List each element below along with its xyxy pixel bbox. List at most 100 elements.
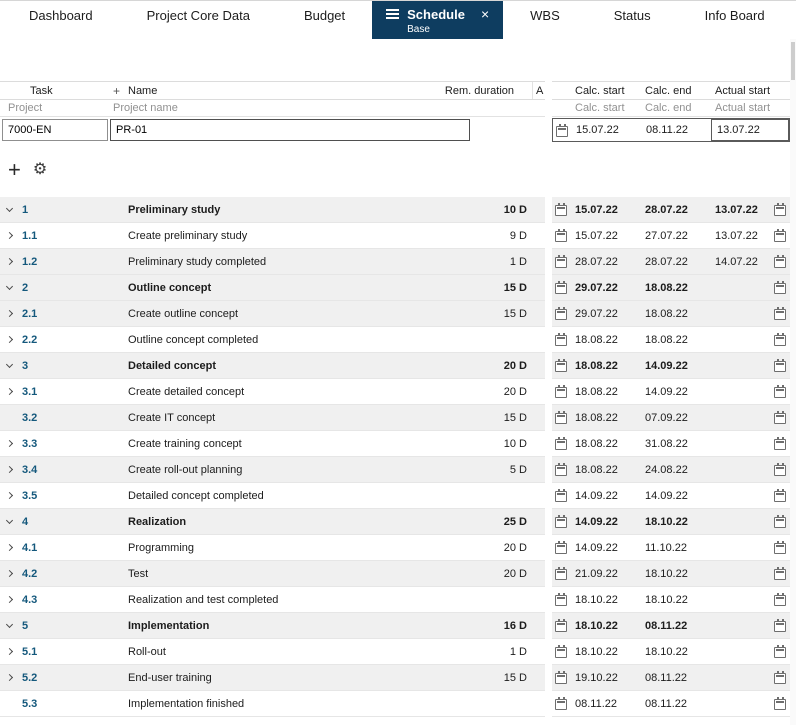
calc-end-cell[interactable]: 28.07.22 (642, 204, 710, 216)
calendar-icon[interactable] (774, 567, 786, 580)
calendar-icon[interactable] (556, 123, 568, 137)
calc-end-cell[interactable]: 07.09.22 (642, 412, 710, 424)
task-rem-duration[interactable]: 15 D (465, 412, 545, 424)
calendar-icon[interactable] (774, 463, 786, 476)
calendar-icon[interactable] (555, 463, 567, 476)
task-name[interactable]: Programming (128, 542, 465, 554)
task-number[interactable]: 3 (22, 360, 128, 372)
project-calc-start[interactable]: 15.07.22 (573, 124, 643, 136)
calendar-icon[interactable] (555, 307, 567, 320)
calc-start-cell[interactable]: 18.08.22 (572, 464, 642, 476)
calc-end-cell[interactable]: 18.10.22 (642, 646, 710, 658)
calc-start-cell[interactable]: 14.09.22 (572, 516, 642, 528)
expand-chevron[interactable] (0, 309, 22, 318)
calc-start-cell[interactable]: 21.09.22 (572, 568, 642, 580)
add-column-icon[interactable]: + (113, 84, 128, 98)
task-rem-duration[interactable]: 15 D (465, 672, 545, 684)
calc-end-cell[interactable]: 31.08.22 (642, 438, 710, 450)
task-number[interactable]: 1 (22, 204, 128, 216)
actual-start-cell[interactable]: 13.07.22 (710, 230, 772, 242)
project-name-input[interactable] (110, 119, 470, 141)
tab-schedule[interactable]: Schedule × Base (372, 1, 504, 39)
task-number[interactable]: 5 (22, 620, 128, 632)
tab-wbs[interactable]: WBS (503, 1, 587, 39)
expand-chevron[interactable] (0, 569, 22, 578)
column-header-rem-duration[interactable]: Rem. duration (432, 85, 532, 97)
task-name[interactable]: Realization and test completed (128, 594, 465, 606)
calendar-icon[interactable] (555, 359, 567, 372)
calendar-icon[interactable] (774, 671, 786, 684)
task-rem-duration[interactable]: 20 D (465, 386, 545, 398)
calc-end-cell[interactable]: 18.10.22 (642, 568, 710, 580)
calc-end-cell[interactable]: 27.07.22 (642, 230, 710, 242)
calc-end-cell[interactable]: 11.10.22 (642, 542, 710, 554)
column-header-task[interactable]: Task (30, 85, 113, 97)
task-number[interactable]: 5.3 (22, 698, 128, 710)
calendar-icon[interactable] (774, 203, 786, 216)
expand-chevron[interactable] (0, 595, 22, 604)
calendar-icon[interactable] (774, 489, 786, 502)
task-number[interactable]: 3.1 (22, 386, 128, 398)
task-rem-duration[interactable]: 1 D (465, 646, 545, 658)
task-rem-duration[interactable]: 1 D (465, 256, 545, 268)
task-name[interactable]: Detailed concept completed (128, 490, 465, 502)
calendar-icon[interactable] (555, 281, 567, 294)
task-rem-duration[interactable]: 15 D (465, 282, 545, 294)
calendar-icon[interactable] (774, 307, 786, 320)
calc-end-cell[interactable]: 18.10.22 (642, 594, 710, 606)
tab-project-core-data[interactable]: Project Core Data (120, 1, 277, 39)
task-rem-duration[interactable]: 25 D (465, 516, 545, 528)
calendar-icon[interactable] (774, 437, 786, 450)
task-number[interactable]: 2 (22, 282, 128, 294)
calendar-icon[interactable] (555, 515, 567, 528)
tab-dashboard[interactable]: Dashboard (2, 1, 120, 39)
project-actual-start-input[interactable]: 13.07.22 (711, 119, 789, 141)
menu-icon[interactable] (386, 9, 400, 19)
calendar-icon[interactable] (555, 437, 567, 450)
expand-chevron[interactable] (0, 204, 22, 213)
calc-start-cell[interactable]: 18.10.22 (572, 646, 642, 658)
tab-status[interactable]: Status (587, 1, 678, 39)
settings-gear-button[interactable]: ⚙ (33, 162, 47, 178)
project-id-input[interactable] (2, 119, 108, 141)
task-rem-duration[interactable]: 20 D (465, 568, 545, 580)
calc-start-cell[interactable]: 18.08.22 (572, 386, 642, 398)
task-number[interactable]: 2.1 (22, 308, 128, 320)
calendar-icon[interactable] (774, 515, 786, 528)
task-name[interactable]: Detailed concept (128, 360, 465, 372)
task-name[interactable]: Create outline concept (128, 308, 465, 320)
calc-end-cell[interactable]: 14.09.22 (642, 360, 710, 372)
calc-end-cell[interactable]: 14.09.22 (642, 490, 710, 502)
calc-end-cell[interactable]: 24.08.22 (642, 464, 710, 476)
tab-info-board[interactable]: Info Board (678, 1, 792, 39)
task-number[interactable]: 4.1 (22, 542, 128, 554)
calc-start-cell[interactable]: 18.10.22 (572, 594, 642, 606)
column-header-calc-start[interactable]: Calc. start (572, 85, 642, 97)
add-task-button[interactable]: + (8, 159, 21, 181)
column-header-actual-start[interactable]: Actual start (710, 85, 772, 97)
calc-start-cell[interactable]: 28.07.22 (572, 256, 642, 268)
calendar-icon[interactable] (555, 203, 567, 216)
calc-end-cell[interactable]: 08.11.22 (642, 698, 710, 710)
calendar-icon[interactable] (555, 333, 567, 346)
calendar-icon[interactable] (555, 489, 567, 502)
task-number[interactable]: 3.5 (22, 490, 128, 502)
expand-chevron[interactable] (0, 439, 22, 448)
calendar-icon[interactable] (555, 541, 567, 554)
expand-chevron[interactable] (0, 231, 22, 240)
expand-chevron[interactable] (0, 620, 22, 629)
calc-end-cell[interactable]: 08.11.22 (642, 620, 710, 632)
task-name[interactable]: Implementation (128, 620, 465, 632)
calendar-icon[interactable] (774, 359, 786, 372)
calc-start-cell[interactable]: 18.08.22 (572, 438, 642, 450)
task-rem-duration[interactable]: 10 D (465, 438, 545, 450)
tab-budget[interactable]: Budget (277, 1, 372, 39)
task-name[interactable]: Create roll-out planning (128, 464, 465, 476)
task-rem-duration[interactable]: 10 D (465, 204, 545, 216)
task-name[interactable]: Create detailed concept (128, 386, 465, 398)
task-number[interactable]: 3.2 (22, 412, 128, 424)
task-name[interactable]: Create training concept (128, 438, 465, 450)
actual-start-cell[interactable]: 14.07.22 (710, 256, 772, 268)
calendar-icon[interactable] (774, 593, 786, 606)
task-number[interactable]: 5.2 (22, 672, 128, 684)
